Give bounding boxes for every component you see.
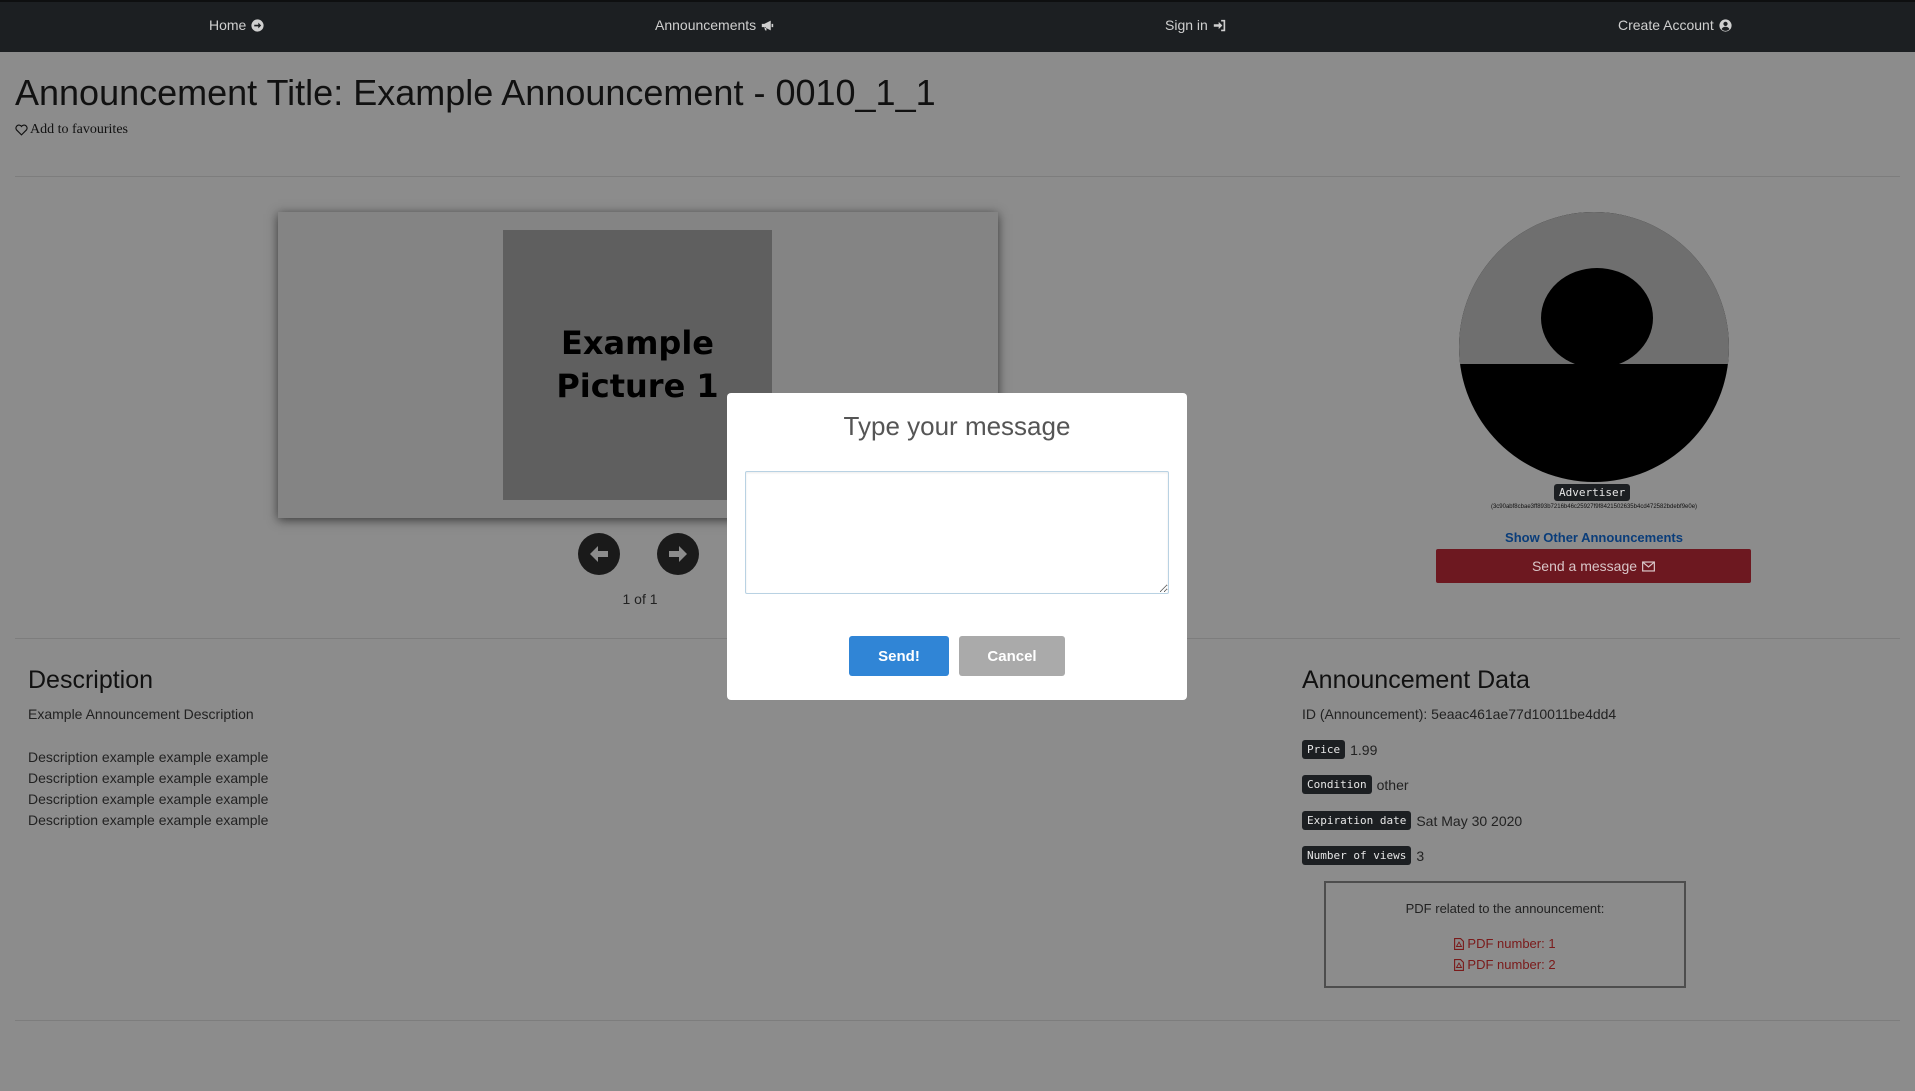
announcement-id-text: ID (Announcement): 5eaac461ae77d10011be4… [1302, 706, 1617, 722]
top-navbar: Home Announcements Sign in Create Accoun… [0, 0, 1915, 52]
nav-sign-in[interactable]: Sign in [1165, 17, 1226, 33]
announcement-id: ID (Announcement): 5eaac461ae77d10011be4… [1302, 706, 1616, 722]
expiration-value: Sat May 30 2020 [1416, 812, 1523, 829]
message-textarea[interactable] [745, 471, 1169, 594]
nav-announcements-label: Announcements [655, 17, 757, 33]
nav-sign-in-label: Sign in [1165, 17, 1208, 33]
views-row: Number of views 3 [1302, 846, 1424, 865]
pdf-box-title: PDF related to the announcement: [1405, 901, 1605, 916]
advertiser-avatar [1459, 212, 1729, 482]
price-value: 1.99 [1350, 741, 1378, 758]
description-summary: Example Announcement Description [28, 706, 254, 722]
pdf-link-label: PDF number: 1 [1467, 936, 1556, 951]
description-line: Description example example example [28, 812, 269, 828]
cancel-button[interactable]: Cancel [959, 636, 1065, 676]
picture-caption: Example Picture 1 [556, 323, 719, 405]
divider [15, 1020, 1900, 1021]
arrow-circle-right-icon [251, 18, 264, 32]
arrow-left-icon [590, 546, 608, 562]
pdf-link-1[interactable]: PDF number: 1 [1326, 936, 1684, 951]
arrow-right-icon [669, 546, 687, 562]
description-heading: Description [28, 666, 154, 694]
message-modal: Type your message Send! Cancel [727, 393, 1187, 700]
nav-home-label: Home [209, 17, 247, 33]
description-line: Description example example example [28, 770, 269, 786]
pdf-link-label: PDF number: 2 [1467, 957, 1556, 972]
nav-home[interactable]: Home [209, 17, 264, 33]
add-to-favourites-label: Add to favourites [30, 122, 128, 137]
nav-create-account-label: Create Account [1618, 17, 1714, 33]
page-title: Announcement Title: Example Announcement… [15, 72, 936, 113]
description-body: Description example example example Desc… [28, 747, 268, 831]
price-row: Price 1.99 [1302, 740, 1377, 759]
envelope-icon [1642, 560, 1655, 572]
file-pdf-icon [1454, 958, 1465, 971]
carousel-counter: 1 of 1 [622, 591, 658, 607]
views-badge: Number of views [1302, 846, 1412, 865]
bullhorn-icon [762, 20, 774, 30]
show-other-announcements-link[interactable]: Show Other Announcements [1440, 530, 1748, 545]
pdf-box: PDF related to the announcement: PDF num… [1324, 881, 1686, 988]
heart-outline-icon [15, 124, 28, 136]
description-line: Description example example example [28, 749, 269, 765]
announcement-data-heading: Announcement Data [1302, 666, 1530, 694]
modal-title: Type your message [843, 411, 1071, 441]
divider [15, 176, 1900, 177]
file-pdf-icon [1454, 937, 1465, 950]
carousel-next-button[interactable] [657, 533, 699, 575]
pdf-link-2[interactable]: PDF number: 2 [1326, 957, 1684, 972]
sign-in-icon [1213, 19, 1225, 31]
description-line: Description example example example [28, 791, 269, 807]
condition-value: other [1376, 776, 1409, 793]
user-circle-icon [1719, 18, 1732, 32]
advertiser-badge: Advertiser [1554, 484, 1631, 501]
condition-row: Condition other [1302, 775, 1409, 794]
views-value: 3 [1416, 847, 1425, 864]
advertiser-id: (3c90abf8cbae3ff893b7216b46c25927f9f8421… [1490, 504, 1698, 510]
price-badge: Price [1302, 740, 1346, 759]
send-message-label: Send a message [1531, 558, 1638, 574]
add-to-favourites-link[interactable]: Add to favourites [15, 122, 128, 138]
expiration-row: Expiration date Sat May 30 2020 [1302, 811, 1522, 830]
send-button[interactable]: Send! [849, 636, 949, 676]
nav-create-account[interactable]: Create Account [1618, 17, 1732, 33]
send-message-button[interactable]: Send a message [1436, 549, 1751, 583]
condition-badge: Condition [1302, 775, 1372, 794]
expiration-badge: Expiration date [1302, 811, 1412, 830]
carousel-prev-button[interactable] [578, 533, 620, 575]
nav-announcements[interactable]: Announcements [655, 17, 774, 33]
